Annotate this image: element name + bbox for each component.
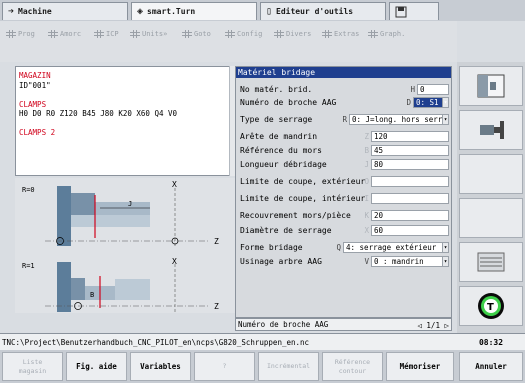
program-line: CLAMPS <box>19 99 47 109</box>
field-row-h[interactable]: No matér. brid. H 0 <box>238 83 449 96</box>
softkey-incremental[interactable]: Incrémental <box>258 352 319 381</box>
softkey-variables[interactable]: Variables <box>130 352 191 381</box>
field-row-z[interactable]: Arête de mandrin Z 120 <box>238 130 449 143</box>
softkey-blank-1[interactable] <box>459 154 523 194</box>
dropdown-arrow-icon[interactable]: ▾ <box>442 257 448 266</box>
program-line <box>19 90 226 100</box>
field-row-q[interactable]: Forme bridage Q 4: serrage extérieur ▾ <box>238 241 449 254</box>
save-icon <box>395 6 407 17</box>
field-d[interactable]: 0: S1 ▾ <box>413 97 449 108</box>
softkey-fig-aide[interactable]: Fig. aide <box>66 352 127 381</box>
field-x[interactable]: 60 <box>371 225 449 236</box>
program-line: H0 D0 R0 Z120 B45 J80 K20 X60 Q4 V0 <box>19 109 178 118</box>
menu-config[interactable]: Config <box>225 30 262 38</box>
softkey-reference-contour[interactable]: Référence contour <box>322 352 383 381</box>
vertical-softkeys: T <box>457 62 525 334</box>
diamond-arrows-icon: ◈ <box>137 6 144 17</box>
chuck-view-icon <box>477 74 505 98</box>
dropdown-arrow-icon[interactable]: ▾ <box>442 115 448 124</box>
menu-amorc[interactable]: Amorc <box>48 30 81 38</box>
help-line: Numéro de broche AAG ◁ 1/1 ▷ <box>235 318 452 331</box>
softkey-memoriser[interactable]: Mémoriser <box>386 352 454 381</box>
program-line <box>19 119 226 129</box>
softkey-program-view[interactable] <box>459 242 523 282</box>
page-prev-icon[interactable]: ◁ <box>417 321 422 330</box>
file-path: TNC:\Project\Benutzerhandbuch_CNC_PILOT_… <box>0 333 457 350</box>
field-row-x[interactable]: Diamètre de serrage X 60 <box>238 224 449 237</box>
field-o[interactable] <box>371 176 449 187</box>
menu-divers[interactable]: Divers <box>274 30 311 38</box>
field-z[interactable]: 120 <box>371 131 449 142</box>
label-j: J <box>128 200 132 208</box>
label-r0: R=0 <box>22 186 35 194</box>
field-row-r[interactable]: Type de serrage R 0: J=long. hors serr ▾ <box>238 113 449 126</box>
field-row-i[interactable]: Limite de coupe, intérieur I <box>238 192 449 205</box>
label-b: B <box>90 291 94 299</box>
clamping-form: Matériel bridage No matér. brid. H 0 Num… <box>235 66 452 318</box>
page-next-icon[interactable]: ▷ <box>444 321 449 330</box>
tab-tool-editor[interactable]: ▯ Editeur d'outils <box>260 2 386 20</box>
form-title: Matériel bridage <box>236 67 451 78</box>
softkey-annuler[interactable]: Annuler <box>459 352 523 381</box>
softkey-question[interactable]: ? <box>194 352 255 381</box>
field-j[interactable]: 80 <box>371 159 449 170</box>
program-line: CLAMPS 2 <box>19 128 56 137</box>
field-i[interactable] <box>371 193 449 204</box>
axis-z: Z <box>214 302 219 311</box>
menu-icp[interactable]: ICP <box>94 30 119 38</box>
field-row-j[interactable]: Longueur débridage J 80 <box>238 158 449 171</box>
field-r[interactable]: 0: J=long. hors serr ▾ <box>349 114 449 125</box>
dropdown-arrow-icon[interactable]: ▾ <box>442 98 448 107</box>
program-view-icon <box>477 252 505 272</box>
arrow-right-icon: ➔ <box>8 6 15 17</box>
help-illustration: R=0 J X Z R=1 B X Z <box>15 178 235 313</box>
menu-graph[interactable]: Graph. <box>368 30 405 38</box>
softkey-blank-2[interactable] <box>459 198 523 238</box>
horizontal-softkeys: Liste magasin Fig. aide Variables ? Incr… <box>0 350 525 383</box>
field-h[interactable]: 0 <box>417 84 449 95</box>
tailstock-icon <box>480 121 504 139</box>
softkey-liste-magasin[interactable]: Liste magasin <box>2 352 63 381</box>
field-row-k[interactable]: Recouvrement mors/pièce K 20 <box>238 209 449 222</box>
menu-units[interactable]: Units» <box>130 30 167 38</box>
clock: 08:32 <box>457 333 525 350</box>
axis-z: Z <box>214 237 219 246</box>
field-row-b[interactable]: Référence du mors B 45 <box>238 144 449 157</box>
field-q[interactable]: 4: serrage extérieur ▾ <box>343 242 449 253</box>
page-indicator[interactable]: ◁ 1/1 ▷ <box>417 320 449 331</box>
tab-smart-turn[interactable]: ◈ smart.Turn <box>131 2 257 20</box>
tab-bar: ➔ Machine ◈ smart.Turn ▯ Editeur d'outil… <box>0 0 525 21</box>
axis-x: X <box>172 257 177 266</box>
softkey-tailstock[interactable] <box>459 110 523 150</box>
menu-bar: Prog Amorc ICP Units» Goto Config Divers… <box>0 21 457 62</box>
softkey-chuck-view[interactable] <box>459 66 523 106</box>
menu-extras[interactable]: Extras <box>322 30 359 38</box>
softkey-tool[interactable]: T <box>459 286 523 326</box>
svg-text:T: T <box>487 302 494 313</box>
field-row-v[interactable]: Usinage arbre AAG V 0 : mandrin ▾ <box>238 255 449 268</box>
tab-save[interactable] <box>389 2 439 20</box>
tool-editor-icon: ▯ <box>266 6 273 17</box>
tool-icon: T <box>478 293 504 319</box>
menu-goto[interactable]: Goto <box>182 30 211 38</box>
field-row-d[interactable]: Numéro de broche AAG D 0: S1 ▾ <box>238 96 449 109</box>
program-editor[interactable]: MAGAZIN ID"001" CLAMPS H0 D0 R0 Z120 B45… <box>15 66 230 176</box>
field-v[interactable]: 0 : mandrin ▾ <box>371 256 449 267</box>
dropdown-arrow-icon[interactable]: ▾ <box>442 243 448 252</box>
field-b[interactable]: 45 <box>371 145 449 156</box>
axis-x: X <box>172 180 177 189</box>
field-row-o[interactable]: Limite de coupe, extérieur O <box>238 175 449 188</box>
program-line: MAGAZIN <box>19 71 51 80</box>
label-r1: R=1 <box>22 262 35 270</box>
field-k[interactable]: 20 <box>371 210 449 221</box>
tab-machine[interactable]: ➔ Machine <box>2 2 128 20</box>
program-line: ID"001" <box>19 80 51 90</box>
menu-prog[interactable]: Prog <box>6 30 35 38</box>
